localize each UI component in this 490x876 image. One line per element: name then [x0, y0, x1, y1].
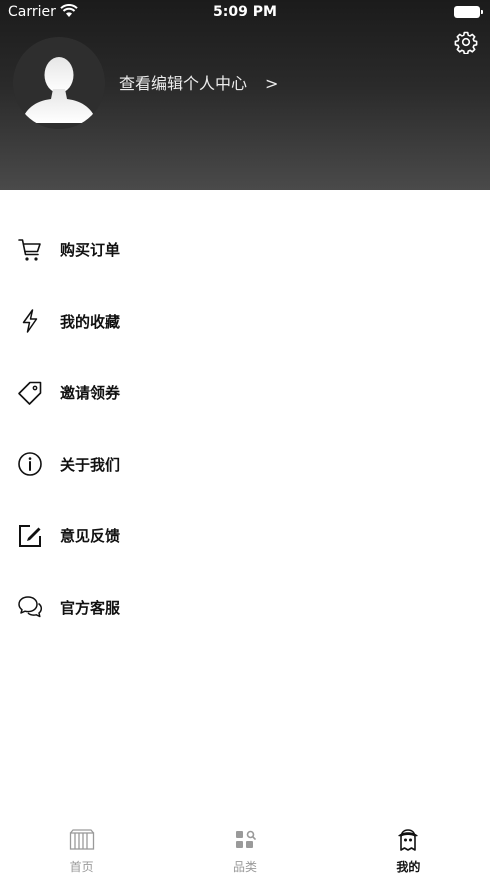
- chat-icon: [18, 596, 43, 618]
- tab-bar: 首页 品类 我的: [0, 820, 490, 876]
- tag-icon: [18, 381, 42, 405]
- menu-item-label: 意见反馈: [60, 527, 121, 546]
- menu-item-label: 官方客服: [60, 598, 121, 617]
- lightning-icon: [22, 309, 38, 333]
- menu-item-support[interactable]: 官方客服: [0, 572, 490, 644]
- tab-profile[interactable]: 我的: [327, 820, 490, 876]
- chevron-right-icon: >: [265, 74, 279, 93]
- tab-home[interactable]: 首页: [0, 820, 163, 876]
- menu-item-label: 关于我们: [60, 455, 121, 474]
- menu-item-label: 购买订单: [60, 241, 121, 260]
- cart-icon: [18, 238, 41, 261]
- menu-list: 购买订单 我的收藏 邀请领券 关于我们 意见反馈 官方客服: [0, 214, 490, 643]
- profile-edit-link[interactable]: 查看编辑个人中心 >: [119, 70, 278, 94]
- battery-icon: [454, 6, 483, 18]
- tab-label: 我的: [396, 860, 421, 874]
- tab-label: 品类: [232, 860, 257, 874]
- profile-link-label: 查看编辑个人中心: [119, 74, 248, 93]
- menu-item-coupons[interactable]: 邀请领券: [0, 357, 490, 429]
- profile-icon: [398, 829, 419, 851]
- user-silhouette-icon: [13, 37, 105, 129]
- category-icon: [235, 830, 256, 848]
- avatar[interactable]: [13, 37, 105, 129]
- edit-icon: [19, 524, 41, 547]
- menu-item-favorites[interactable]: 我的收藏: [0, 286, 490, 358]
- menu-item-label: 我的收藏: [60, 312, 121, 331]
- menu-item-feedback[interactable]: 意见反馈: [0, 500, 490, 572]
- profile-header: Carrier 5:09 PM 查看编辑个人中心 >: [0, 0, 490, 190]
- settings-gear-icon[interactable]: [454, 30, 478, 54]
- status-bar: Carrier 5:09 PM: [0, 0, 490, 24]
- menu-item-label: 邀请领券: [60, 384, 121, 403]
- tab-label: 首页: [69, 860, 94, 874]
- tab-category[interactable]: 品类: [163, 820, 326, 876]
- menu-item-about[interactable]: 关于我们: [0, 429, 490, 501]
- home-icon: [69, 829, 94, 850]
- menu-item-orders[interactable]: 购买订单: [0, 214, 490, 286]
- info-icon: [18, 452, 42, 477]
- status-time: 5:09 PM: [213, 4, 277, 20]
